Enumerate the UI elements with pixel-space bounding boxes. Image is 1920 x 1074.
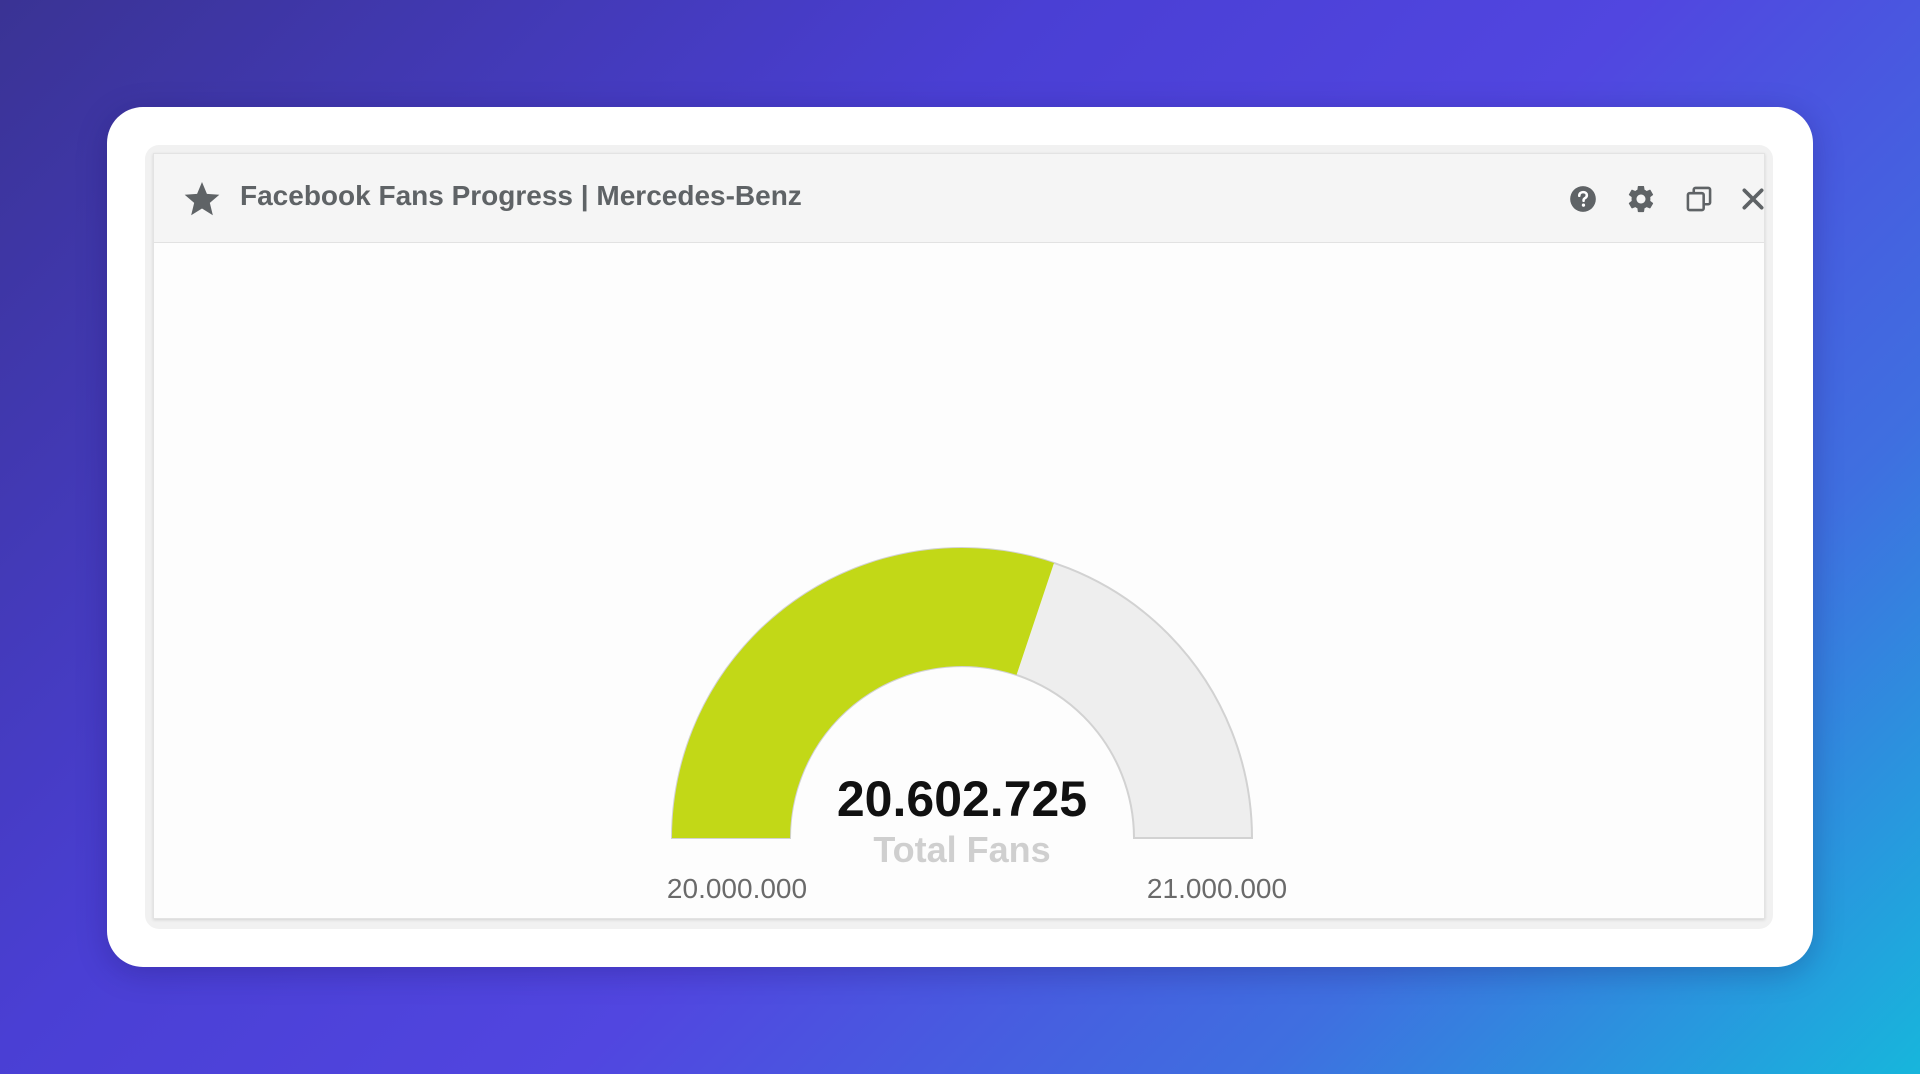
widget-panel: Facebook Fans Progress | Mercedes-Benz 2… — [145, 145, 1773, 929]
duplicate-button[interactable] — [1682, 182, 1716, 216]
gauge-chart: 20.602.725 Total Fans 20.000.000 21.000.… — [667, 547, 1287, 904]
widget-header: Facebook Fans Progress | Mercedes-Benz — [154, 154, 1764, 243]
star-icon[interactable] — [182, 179, 222, 219]
gauge-caption: Total Fans — [873, 829, 1050, 870]
close-button[interactable] — [1736, 182, 1770, 216]
help-icon — [1570, 186, 1596, 212]
gauge-min-label: 20.000.000 — [667, 873, 807, 904]
gauge-value-label: 20.602.725 — [837, 771, 1087, 827]
copy-icon — [1686, 186, 1712, 212]
widget-title: Facebook Fans Progress | Mercedes-Benz — [240, 180, 802, 211]
widget-body: Facebook Fans Progress | Mercedes-Benz 2… — [153, 153, 1765, 919]
card-frame: Facebook Fans Progress | Mercedes-Benz 2… — [107, 107, 1813, 967]
gauge-max-label: 21.000.000 — [1147, 873, 1287, 904]
settings-button[interactable] — [1624, 182, 1658, 216]
help-button[interactable] — [1566, 182, 1600, 216]
gear-icon — [1628, 185, 1654, 213]
close-icon — [1742, 188, 1764, 210]
